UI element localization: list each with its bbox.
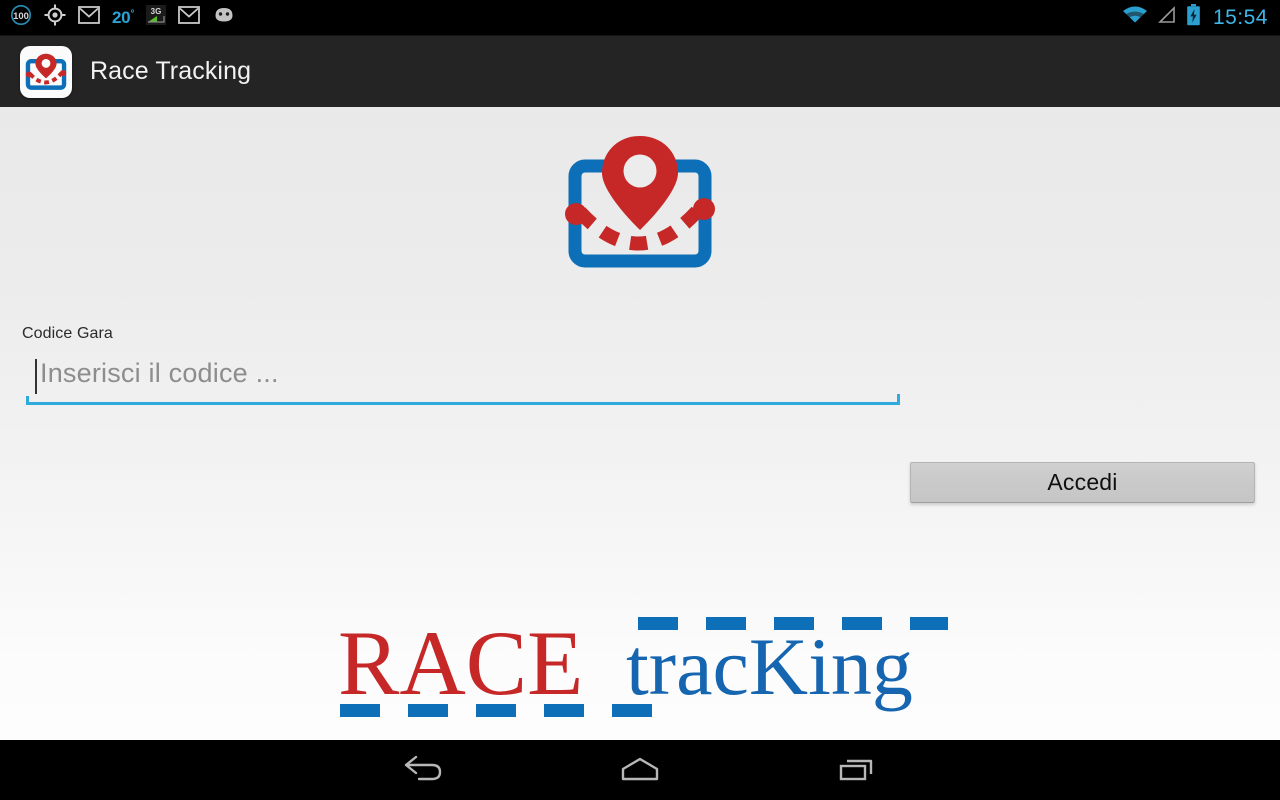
battery-percent-icon: 100: [10, 4, 32, 31]
status-bar: 100 20° 3G 15:54: [0, 0, 1280, 36]
weather-temperature-icon: 20°: [112, 8, 134, 28]
navigation-bar: [0, 740, 1280, 800]
nav-back-button[interactable]: [378, 740, 468, 800]
wifi-icon: [1122, 5, 1148, 30]
accedi-button[interactable]: Accedi: [910, 462, 1255, 503]
race-tracking-app-icon[interactable]: [20, 45, 72, 98]
svg-text:3G: 3G: [151, 7, 162, 16]
status-bar-clock: 15:54: [1212, 5, 1268, 29]
gmail-icon-2: [178, 6, 200, 29]
gmail-icon: [78, 6, 100, 29]
android-screen: 100 20° 3G 15:54 Race Tracking Codice Ga…: [0, 0, 1280, 800]
page-title: Race Tracking: [90, 57, 252, 85]
status-bar-right-icons: 15:54: [1122, 4, 1280, 31]
svg-text:tracKing: tracKing: [626, 621, 913, 712]
codice-gara-input-wrapper[interactable]: [26, 352, 900, 405]
gps-location-icon: [44, 4, 66, 31]
network-3g-icon: 3G: [146, 5, 167, 30]
main-content: Codice Gara Accedi RACE tracKing: [0, 107, 1280, 740]
codice-gara-label: Codice Gara: [22, 325, 113, 342]
race-tracking-hero-logo: [562, 130, 718, 280]
action-bar: Race Tracking: [0, 36, 1280, 107]
input-underline: [26, 394, 900, 405]
svg-text:100: 100: [13, 11, 29, 22]
nav-recents-button[interactable]: [812, 740, 902, 800]
svg-text:RACE: RACE: [338, 612, 583, 714]
android-head-icon: [212, 6, 236, 29]
degree-symbol: °: [130, 7, 135, 19]
battery-charging-icon: [1186, 4, 1201, 31]
status-bar-left-icons: 100 20° 3G: [0, 4, 236, 31]
racetracking-wordmark: RACE tracKing: [338, 612, 948, 732]
text-caret: [35, 359, 37, 394]
nav-home-button[interactable]: [595, 740, 685, 800]
cell-signal-icon: [1157, 5, 1177, 30]
codice-gara-input[interactable]: [40, 358, 900, 389]
temperature-value: 20: [112, 7, 131, 27]
